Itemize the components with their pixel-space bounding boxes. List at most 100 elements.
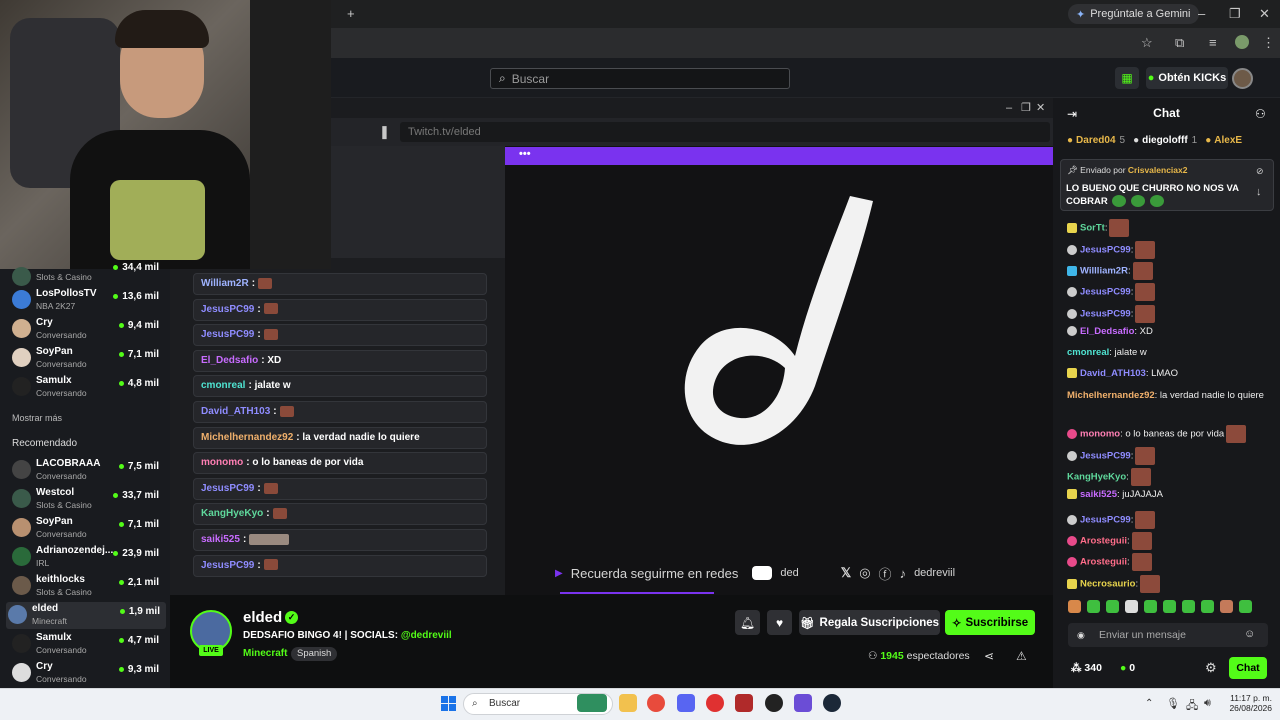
category-link[interactable]: Minecraft xyxy=(243,648,287,659)
media-player-icon[interactable] xyxy=(706,694,724,712)
gear-icon[interactable]: ⚙ xyxy=(1205,660,1217,676)
new-tab-icon[interactable]: + xyxy=(347,7,355,21)
sidebar-item[interactable]: Cry Conversando 9,4 mil xyxy=(10,316,165,343)
playlist-icon[interactable]: ≡ xyxy=(1209,36,1217,50)
chat-username[interactable]: JesusPC99 xyxy=(201,560,254,571)
sidebar-item[interactable]: SoyPan Conversando 7,1 mil xyxy=(10,345,165,372)
taskbar-clock[interactable]: 11:17 p. m. 26/08/2026 xyxy=(1222,693,1272,713)
obs-icon[interactable] xyxy=(765,694,783,712)
stream-social-link[interactable]: @dedreviil xyxy=(401,630,452,641)
chat-username[interactable]: El_Dedsafio xyxy=(201,355,258,366)
steam-icon[interactable] xyxy=(823,694,841,712)
network-icon[interactable]: 🖧︎ xyxy=(1186,697,1198,716)
sidebar-item[interactable]: LACOBRAAA Conversando 7,5 mil xyxy=(10,457,165,484)
notification-bell-icon[interactable]: 🔔︎ xyxy=(735,610,760,635)
show-more-link[interactable]: Mostrar más xyxy=(12,413,62,423)
star-icon[interactable]: ☆ xyxy=(1141,36,1153,50)
sidebar-item[interactable]: Samulx Conversando 4,8 mil xyxy=(10,374,165,401)
follow-heart-icon[interactable]: ♥ xyxy=(767,610,792,635)
chat-username[interactable]: monomo xyxy=(201,457,243,468)
app2-icon[interactable] xyxy=(794,694,812,712)
volume-icon[interactable]: 🔊︎ xyxy=(1204,697,1211,710)
sidebar-item[interactable]: keithlocks Slots & Casino 2,1 mil xyxy=(10,573,165,600)
chat-username[interactable]: SorTt xyxy=(1080,223,1105,234)
chat-username[interactable]: David_ATH103 xyxy=(1080,368,1146,379)
chat-input[interactable]: Enviar un mensaje xyxy=(1068,623,1268,647)
chat-username[interactable]: saiki525 xyxy=(1080,489,1117,500)
chat-username[interactable]: KangHyeKyo xyxy=(201,508,263,519)
emote[interactable] xyxy=(1220,600,1233,613)
sidebar-item[interactable]: Samulx Conversando 4,7 mil xyxy=(10,631,165,658)
hide-pin-icon[interactable]: ⊘ xyxy=(1256,166,1264,177)
chat-username[interactable]: saiki525 xyxy=(201,534,240,545)
chrome-icon[interactable] xyxy=(647,694,665,712)
sidebar-item[interactable]: LosPollosTV NBA 2K27 13,6 mil xyxy=(10,287,165,314)
chat-username[interactable]: El_Dedsafio xyxy=(1080,326,1134,337)
profile-icon[interactable] xyxy=(1235,35,1249,49)
chat-username[interactable]: JesusPC99 xyxy=(1080,287,1131,298)
embed-minimize-icon[interactable]: – xyxy=(1006,101,1012,115)
chat-username[interactable]: JesusPC99 xyxy=(201,329,254,340)
chat-username[interactable]: David_ATH103 xyxy=(201,406,270,417)
gemini-button[interactable]: ✦ Pregúntale a Gemini xyxy=(1068,4,1199,24)
kick-points[interactable]: ● 0 xyxy=(1120,662,1135,674)
share-icon[interactable]: ⋖ xyxy=(984,649,994,663)
app-icon[interactable] xyxy=(735,694,753,712)
chat-settings-dot-icon[interactable]: ◉ xyxy=(1077,630,1085,641)
leader-name[interactable]: AlexE xyxy=(1214,135,1242,146)
sidebar-item[interactable]: Westcol Slots & Casino 33,7 mil xyxy=(10,486,165,513)
chat-username[interactable]: monomo xyxy=(1080,429,1120,440)
emote[interactable] xyxy=(1106,600,1119,613)
minimize-icon[interactable]: – xyxy=(1198,7,1205,21)
chat-username[interactable]: Arosteguii xyxy=(1080,557,1127,568)
sidebar-item[interactable]: SoyPan Conversando 7,1 mil xyxy=(10,515,165,542)
chat-username[interactable]: cmonreal xyxy=(1067,347,1109,358)
chat-username[interactable]: JesusPC99 xyxy=(201,483,254,494)
video-player[interactable] xyxy=(505,146,1053,595)
tray-chevron-icon[interactable]: ⌃ xyxy=(1145,698,1153,709)
chat-username[interactable]: JesusPC99 xyxy=(1080,451,1131,462)
emote[interactable] xyxy=(1239,600,1252,613)
chat-users-icon[interactable]: ⚇ xyxy=(1255,107,1266,121)
gift-subs-button[interactable]: 🎁︎ Regala Suscripciones xyxy=(799,610,940,635)
emote[interactable] xyxy=(1163,600,1176,613)
chat-username[interactable]: JesusPC99 xyxy=(1080,245,1131,256)
emote[interactable] xyxy=(1201,600,1214,613)
leader-name[interactable]: Dared04 xyxy=(1076,135,1115,146)
get-kicks-button[interactable]: ● Obtén KICKs xyxy=(1146,67,1228,89)
windows-start-icon[interactable] xyxy=(441,696,456,711)
extensions-icon[interactable]: ⧉ xyxy=(1175,36,1184,50)
embed-maximize-icon[interactable]: ❐ xyxy=(1021,101,1031,115)
user-avatar[interactable] xyxy=(1232,68,1253,89)
emote[interactable] xyxy=(1144,600,1157,613)
embedded-url[interactable]: Twitch.tv/elded xyxy=(400,122,1050,142)
sidebar-item[interactable]: Cry Conversando 9,3 mil xyxy=(10,660,165,687)
emote[interactable] xyxy=(1068,600,1081,613)
chat-username[interactable]: Arosteguii xyxy=(1080,536,1127,547)
leader-name[interactable]: diegolofff xyxy=(1142,135,1188,146)
discord-icon[interactable] xyxy=(677,694,695,712)
sidebar-item[interactable]: Adrianozendej... IRL 23,9 mil xyxy=(10,544,165,571)
embed-close-icon[interactable]: ✕ xyxy=(1036,101,1045,115)
expand-pin-icon[interactable]: ↓ xyxy=(1256,186,1262,198)
chat-username[interactable]: cmonreal xyxy=(201,380,245,391)
close-icon[interactable]: ✕ xyxy=(1259,7,1270,21)
rewards-icon[interactable]: ▦ xyxy=(1115,67,1139,89)
emote[interactable] xyxy=(1182,600,1195,613)
pinned-user[interactable]: Crisvalenciax2 xyxy=(1128,165,1188,175)
channel-points[interactable]: ⁂ 340 xyxy=(1071,662,1102,674)
chat-username[interactable]: Willliam2R xyxy=(1080,266,1128,277)
language-tag[interactable]: Spanish xyxy=(291,647,338,661)
report-icon[interactable]: ⚠ xyxy=(1016,649,1027,663)
chat-username[interactable]: JesusPC99 xyxy=(1080,515,1131,526)
search-input[interactable]: ⌕ Buscar xyxy=(490,68,790,89)
subscribe-button[interactable]: ✧ Suscribirse xyxy=(945,610,1035,635)
widget-icon[interactable] xyxy=(577,694,607,712)
chat-username[interactable]: Necrosaurio xyxy=(1080,579,1135,590)
file-explorer-icon[interactable] xyxy=(619,694,637,712)
channel-name[interactable]: elded xyxy=(243,609,282,626)
menu-icon[interactable]: ⋮ xyxy=(1262,36,1275,50)
emoji-icon[interactable]: ☺ xyxy=(1244,628,1255,640)
chat-username[interactable]: Michelhernandez92 xyxy=(1067,390,1155,401)
sidebar-item[interactable]: elded Minecraft 1,9 mil xyxy=(6,602,166,629)
